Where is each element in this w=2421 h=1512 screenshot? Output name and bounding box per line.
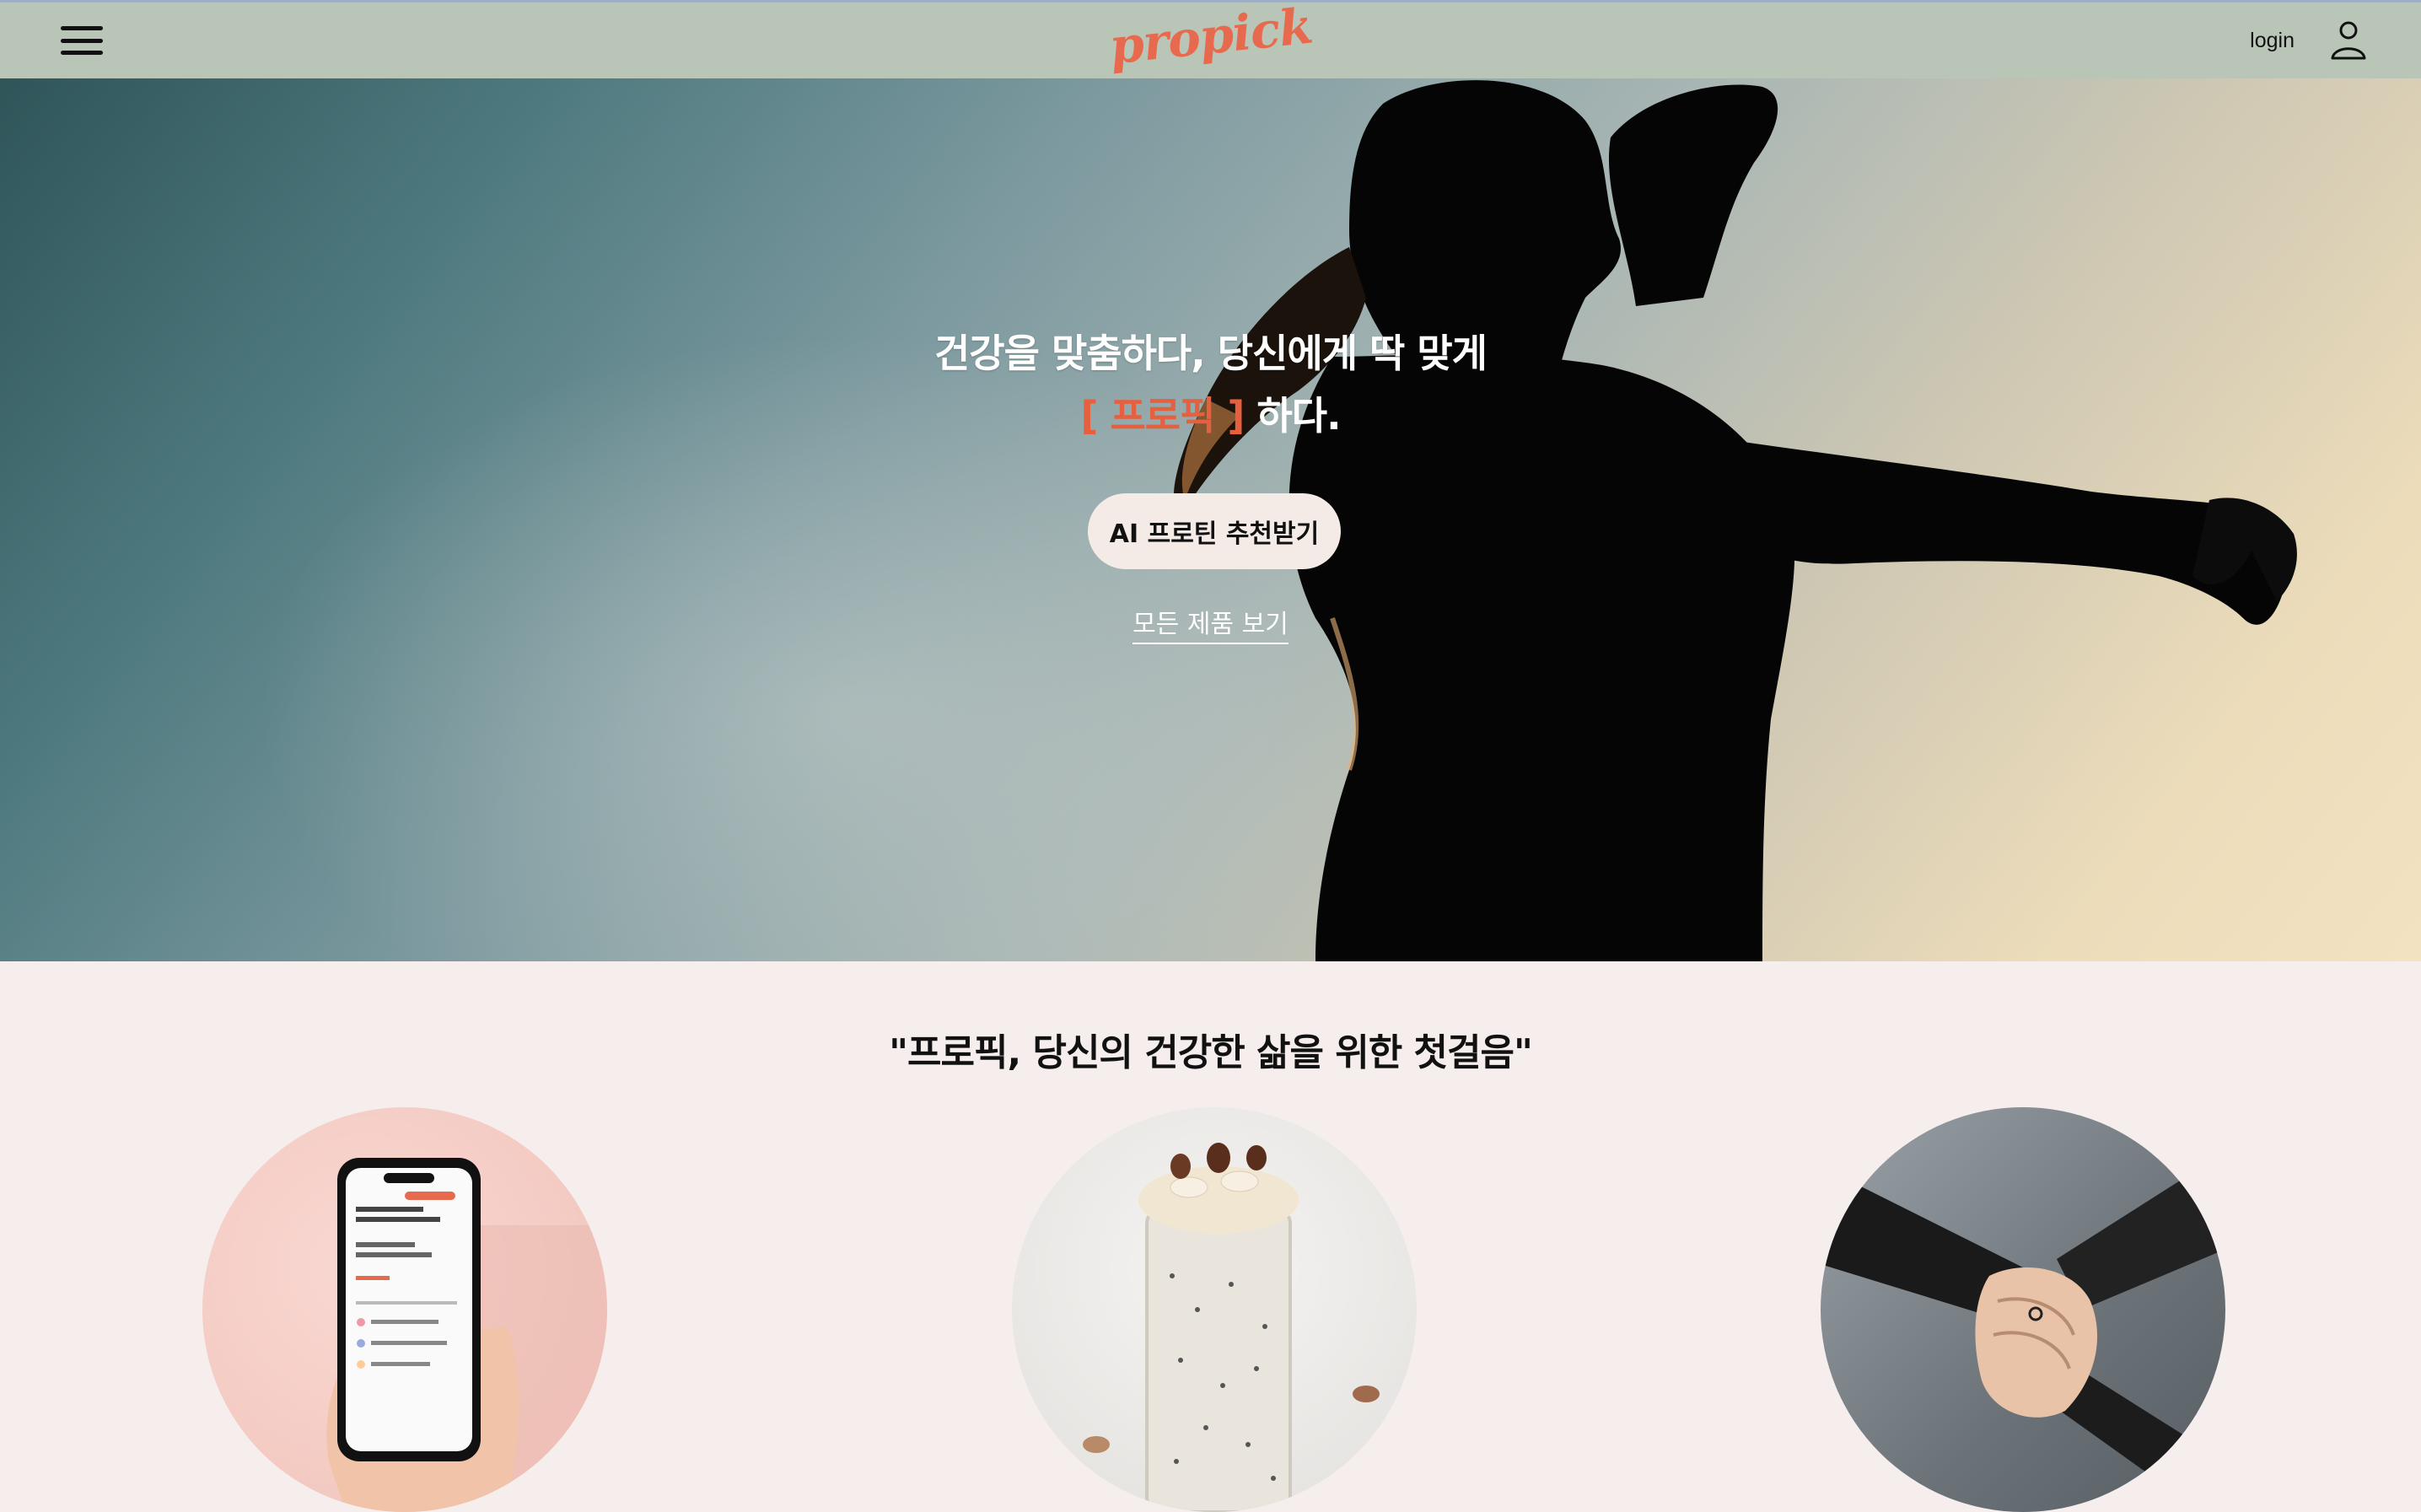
login-link[interactable]: login bbox=[2250, 29, 2295, 53]
bracket-close: ] bbox=[1227, 393, 1245, 439]
overnight-oats-image bbox=[1012, 1107, 1417, 1512]
bracket-open: [ bbox=[1080, 393, 1098, 439]
hero-headline: 건강을 맞춤하다, 당신에게 딱 맞게 [ 프로픽 ] 하다. bbox=[0, 323, 2421, 441]
phone-app-image bbox=[202, 1107, 607, 1512]
hero-headline-line2: [ 프로픽 ] 하다. bbox=[0, 385, 2421, 441]
all-products-link-wrapper: 모든 제품 보기 bbox=[0, 603, 2421, 644]
user-icon[interactable] bbox=[2330, 20, 2367, 61]
ai-protein-recommend-button[interactable]: AI 프로틴 추천받기 bbox=[1088, 493, 1341, 569]
top-navigation-bar: propick login bbox=[0, 0, 2421, 78]
intro-title: "프로픽, 당신의 건강한 삶을 위한 첫걸음" bbox=[889, 1031, 1533, 1074]
header-actions: login bbox=[2250, 20, 2367, 61]
hero-banner: 건강을 맞춤하다, 당신에게 딱 맞게 [ 프로픽 ] 하다. AI 프로틴 추… bbox=[0, 78, 2421, 961]
all-products-link[interactable]: 모든 제품 보기 bbox=[1132, 610, 1289, 644]
brand-name: 프로픽 bbox=[1110, 393, 1215, 439]
hamburger-menu-icon[interactable] bbox=[61, 26, 103, 55]
headline-suffix: 하다. bbox=[1256, 393, 1341, 439]
stacked-hands-image bbox=[1821, 1107, 2225, 1512]
propick-logo[interactable]: propick bbox=[1106, 0, 1315, 75]
hero-headline-line1: 건강을 맞춤하다, 당신에게 딱 맞게 bbox=[933, 331, 1488, 376]
